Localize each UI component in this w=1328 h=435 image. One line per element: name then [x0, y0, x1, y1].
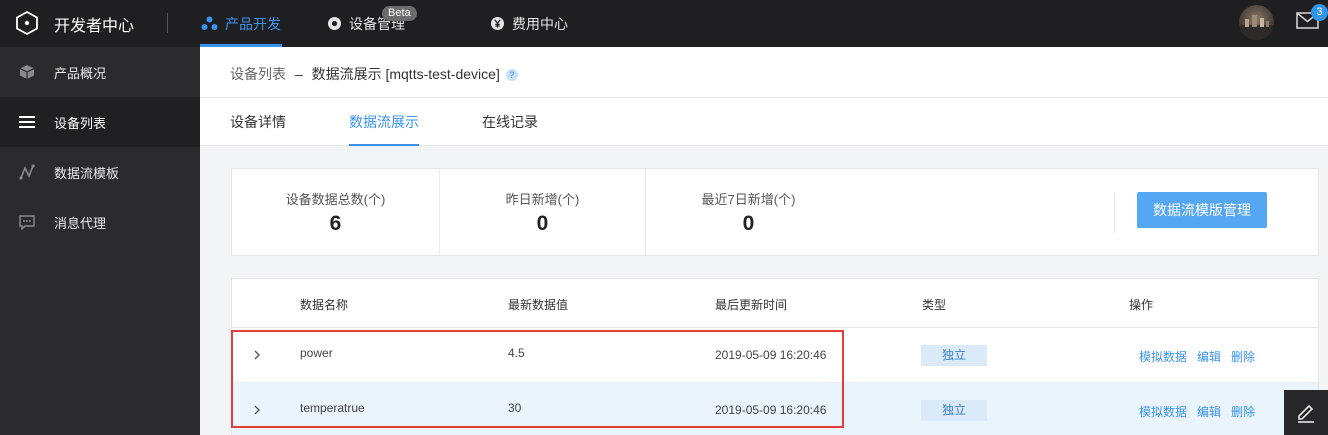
breadcrumb: 设备列表 – 数据流展示 [mqtts-test-device] ? — [230, 64, 518, 84]
stat-divider — [1114, 193, 1115, 233]
chat-icon — [18, 213, 36, 231]
nav-label: 费用中心 — [512, 15, 568, 32]
sidebar-item-label: 产品概况 — [54, 65, 107, 81]
simulate-data-link[interactable]: 模拟数据 — [1139, 348, 1187, 365]
cube-icon — [18, 63, 36, 81]
data-name-cell: temperatrue — [300, 401, 365, 415]
header-divider — [167, 13, 168, 33]
pencil-icon — [1298, 404, 1314, 423]
latest-value-cell: 30 — [508, 401, 522, 415]
mail-count-badge: 3 — [1311, 4, 1328, 21]
nav-billing[interactable]: 费用中心 — [490, 0, 568, 47]
stat-yesterday: 昨日新增(个) 0 — [439, 169, 646, 255]
sidebar-item-dataflow-template[interactable]: 数据流模板 — [0, 147, 200, 197]
brand-title[interactable]: 开发者中心 — [54, 12, 134, 36]
stat-label: 最近7日新增(个) — [701, 192, 796, 207]
sidebar-item-label: 消息代理 — [54, 215, 107, 231]
stat-total: 设备数据总数(个) 6 — [232, 169, 439, 255]
table-row[interactable]: power 4.5 2019-05-09 16:20:46 独立 模拟数据 编辑… — [232, 328, 1318, 383]
table-header: 数据名称 最新数据值 最后更新时间 类型 操作 — [232, 279, 1318, 328]
updated-time-cell: 2019-05-09 16:20:46 — [715, 403, 827, 417]
data-name-cell: power — [300, 346, 333, 360]
type-badge: 独立 — [921, 400, 987, 421]
list-icon — [18, 113, 36, 131]
dataflow-table: 数据名称 最新数据值 最后更新时间 类型 操作 power 4.5 2019-0… — [231, 278, 1319, 435]
edit-link[interactable]: 编辑 — [1197, 348, 1221, 365]
stat-value: 6 — [329, 212, 342, 235]
nav-label: 产品开发 — [225, 15, 281, 32]
stat-value: 0 — [536, 212, 549, 235]
main-content: 设备列表 – 数据流展示 [mqtts-test-device] ? 设备详情 … — [200, 47, 1328, 435]
tab-dataflow[interactable]: 数据流展示 — [349, 98, 419, 146]
dataflow-template-manage-button[interactable]: 数据流模版管理 — [1137, 192, 1267, 228]
type-badge: 独立 — [921, 345, 987, 366]
sidebar-item-label: 数据流模板 — [54, 165, 120, 181]
column-header-name: 数据名称 — [300, 298, 349, 312]
target-icon — [327, 16, 342, 31]
chevron-right-icon[interactable] — [252, 349, 262, 361]
simulate-data-link[interactable]: 模拟数据 — [1139, 403, 1187, 420]
stat-label: 设备数据总数(个) — [285, 192, 386, 207]
delete-link[interactable]: 删除 — [1231, 403, 1255, 420]
flow-icon — [18, 163, 36, 181]
column-header-type: 类型 — [922, 298, 947, 312]
sidebar-item-product-overview[interactable]: 产品概况 — [0, 47, 200, 97]
breadcrumb-parent-link[interactable]: 设备列表 — [230, 66, 286, 82]
table-row[interactable]: temperatrue 30 2019-05-09 16:20:46 独立 模拟… — [232, 383, 1318, 435]
stat-value: 0 — [742, 212, 755, 235]
column-header-updated: 最后更新时间 — [715, 298, 788, 312]
breadcrumb-bar: 设备列表 – 数据流展示 [mqtts-test-device] ? — [200, 47, 1328, 98]
floating-edit-button[interactable] — [1284, 390, 1328, 435]
chevron-right-icon[interactable] — [252, 404, 262, 416]
yen-icon — [490, 16, 505, 31]
hexagon-logo-icon[interactable] — [14, 10, 40, 36]
sidebar-item-message-proxy[interactable]: 消息代理 — [0, 197, 200, 247]
stat-last-7-days: 最近7日新增(个) 0 — [645, 169, 852, 255]
edit-link[interactable]: 编辑 — [1197, 403, 1221, 420]
breadcrumb-current: 数据流展示 [mqtts-test-device] — [311, 66, 500, 82]
molecule-icon — [201, 16, 218, 31]
updated-time-cell: 2019-05-09 16:20:46 — [715, 348, 827, 362]
tab-online-records[interactable]: 在线记录 — [482, 98, 538, 146]
top-bar: 开发者中心 产品开发 设备管理 Beta 费用中心 3 — [0, 0, 1328, 47]
delete-link[interactable]: 删除 — [1231, 348, 1255, 365]
nav-product-dev[interactable]: 产品开发 — [200, 0, 282, 47]
sidebar-item-device-list[interactable]: 设备列表 — [0, 97, 200, 147]
help-icon[interactable]: ? — [505, 69, 518, 81]
user-avatar[interactable] — [1239, 5, 1274, 40]
breadcrumb-separator: – — [294, 66, 303, 82]
tab-bar: 设备详情 数据流展示 在线记录 — [200, 98, 1328, 146]
sidebar: 产品概况 设备列表 数据流模板 消息代理 — [0, 47, 200, 435]
column-header-value: 最新数据值 — [508, 298, 569, 312]
stats-panel: 设备数据总数(个) 6 昨日新增(个) 0 最近7日新增(个) 0 数据流模版管… — [231, 168, 1319, 256]
sidebar-item-label: 设备列表 — [54, 115, 107, 131]
column-header-actions: 操作 — [1129, 298, 1154, 312]
stat-label: 昨日新增(个) — [505, 192, 580, 207]
tab-device-detail[interactable]: 设备详情 — [230, 98, 286, 146]
beta-badge: Beta — [382, 6, 417, 21]
latest-value-cell: 4.5 — [508, 346, 525, 360]
